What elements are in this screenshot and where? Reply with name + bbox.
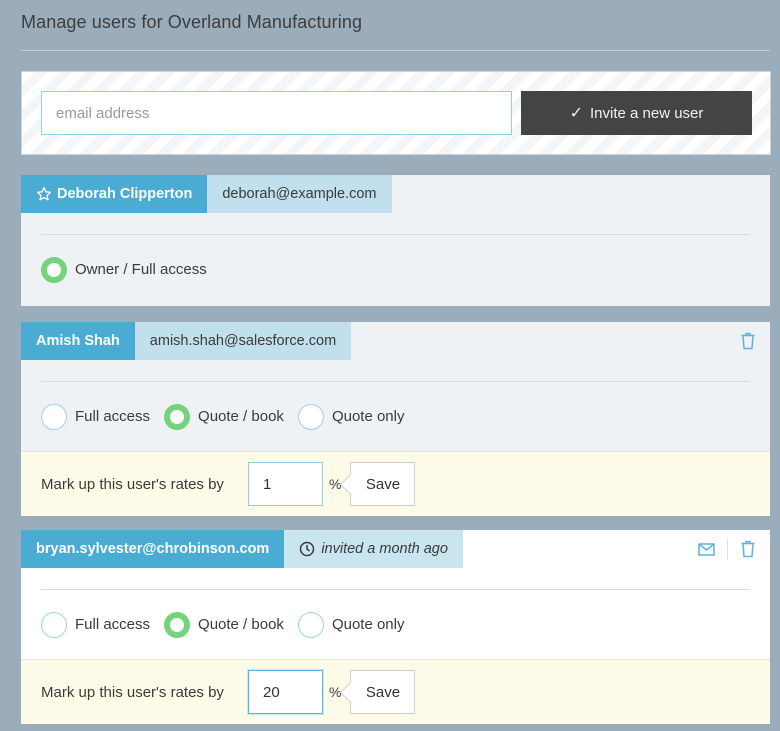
invite-status: invited a month ago bbox=[284, 530, 463, 568]
radio-unchecked[interactable] bbox=[41, 611, 67, 638]
user-email: amish.shah@salesforce.com bbox=[134, 322, 352, 360]
role-label: Full access bbox=[75, 616, 151, 633]
role-option-quote-book[interactable]: Quote / book bbox=[164, 611, 284, 638]
invite-user-button[interactable]: ✓ Invite a new user bbox=[521, 91, 752, 135]
markup-input[interactable] bbox=[248, 670, 323, 714]
invite-button-label: Invite a new user bbox=[590, 104, 704, 122]
user-name-tag: Amish Shah bbox=[21, 322, 135, 360]
user-card-invited: bryan.sylvester@chrobinson.com invited a… bbox=[21, 530, 770, 724]
role-options: Owner / Full access bbox=[21, 235, 770, 304]
user-card-header: Amish Shah amish.shah@salesforce.com bbox=[21, 322, 770, 360]
radio-unchecked[interactable] bbox=[297, 403, 324, 430]
role-options: Full access Quote / book Quote only bbox=[21, 382, 770, 451]
role-label: Quote / book bbox=[198, 408, 284, 425]
radio-checked[interactable] bbox=[41, 256, 67, 283]
trash-icon[interactable] bbox=[740, 540, 756, 558]
trash-icon[interactable] bbox=[740, 332, 756, 350]
user-name: bryan.sylvester@chrobinson.com bbox=[36, 541, 270, 557]
envelope-icon[interactable] bbox=[698, 542, 715, 556]
role-label: Quote / book bbox=[198, 616, 284, 633]
invite-email-input[interactable] bbox=[41, 91, 512, 135]
user-name-tag: bryan.sylvester@chrobinson.com bbox=[21, 530, 285, 568]
user-actions bbox=[740, 322, 756, 360]
radio-unchecked[interactable] bbox=[297, 611, 324, 638]
save-markup-button[interactable]: Save bbox=[350, 670, 416, 714]
user-email: deborah@example.com bbox=[207, 175, 392, 213]
title-divider bbox=[21, 50, 770, 51]
save-label: Save bbox=[365, 475, 401, 493]
page-title: Manage users for Overland Manufacturing bbox=[21, 12, 363, 32]
user-card: Amish Shah amish.shah@salesforce.com Ful… bbox=[21, 322, 770, 516]
markup-row: Mark up this user's rates by % Save bbox=[21, 659, 770, 724]
user-actions bbox=[698, 530, 756, 568]
role-options: Full access Quote / book Quote only bbox=[21, 590, 770, 659]
save-markup-button[interactable]: Save bbox=[350, 462, 416, 506]
user-card-header: Deborah Clipperton deborah@example.com bbox=[21, 175, 770, 213]
user-card-owner: Deborah Clipperton deborah@example.com O… bbox=[21, 175, 770, 306]
user-name: Amish Shah bbox=[36, 333, 120, 349]
clock-icon bbox=[299, 541, 315, 557]
role-label: Owner / Full access bbox=[75, 261, 207, 278]
radio-checked[interactable] bbox=[164, 611, 191, 638]
role-label: Quote only bbox=[331, 616, 405, 633]
user-name: Deborah Clipperton bbox=[57, 186, 193, 202]
role-label: Full access bbox=[75, 408, 151, 425]
user-name-tag: Deborah Clipperton bbox=[21, 175, 208, 213]
radio-checked[interactable] bbox=[164, 403, 191, 430]
user-card-header: bryan.sylvester@chrobinson.com invited a… bbox=[21, 530, 770, 568]
role-option-quote-only[interactable]: Quote only bbox=[297, 611, 405, 638]
status-text: invited a month ago bbox=[321, 541, 448, 557]
radio-unchecked[interactable] bbox=[41, 403, 67, 430]
invite-panel: ✓ Invite a new user bbox=[21, 71, 771, 155]
markup-input[interactable] bbox=[248, 462, 323, 506]
markup-label: Mark up this user's rates by bbox=[41, 683, 224, 701]
role-option-full-access[interactable]: Full access bbox=[41, 611, 151, 638]
role-option-owner[interactable]: Owner / Full access bbox=[41, 256, 207, 283]
role-label: Quote only bbox=[331, 408, 405, 425]
check-icon: ✓ bbox=[569, 105, 583, 122]
role-option-quote-book[interactable]: Quote / book bbox=[164, 403, 284, 430]
save-label: Save bbox=[365, 683, 401, 701]
role-option-quote-only[interactable]: Quote only bbox=[297, 403, 405, 430]
markup-label: Mark up this user's rates by bbox=[41, 475, 224, 493]
role-option-full-access[interactable]: Full access bbox=[41, 403, 151, 430]
star-icon bbox=[36, 186, 52, 202]
action-divider bbox=[727, 538, 728, 560]
markup-row: Mark up this user's rates by % Save bbox=[21, 451, 770, 516]
